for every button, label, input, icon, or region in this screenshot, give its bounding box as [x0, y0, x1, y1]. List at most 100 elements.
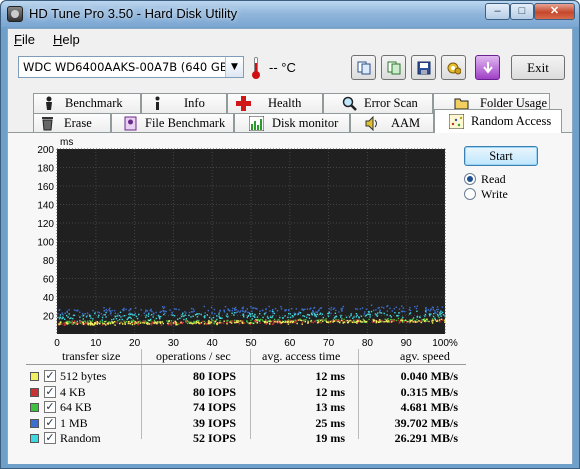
data-point: [311, 313, 314, 316]
data-point: [355, 319, 357, 321]
data-point: [418, 320, 420, 322]
data-point: [99, 321, 101, 323]
data-point: [265, 323, 267, 325]
data-point: [402, 321, 404, 323]
data-point: [99, 322, 101, 325]
access-time-value: 12 ms: [315, 384, 345, 399]
data-point: [341, 319, 343, 322]
data-point: [204, 321, 207, 324]
close-button[interactable]: ✕: [534, 3, 575, 20]
series-checkbox[interactable]: ✓: [44, 385, 56, 398]
data-point: [161, 321, 164, 323]
data-point: [313, 312, 315, 315]
data-point: [261, 309, 264, 312]
title-bar[interactable]: HD Tune Pro 3.50 - Hard Disk Utility – □…: [1, 1, 579, 27]
data-point: [297, 313, 299, 315]
data-point: [134, 312, 136, 315]
read-radio[interactable]: Read: [464, 172, 544, 186]
data-point: [118, 315, 120, 317]
data-point: [242, 314, 244, 316]
data-point: [192, 308, 195, 310]
data-point: [298, 319, 300, 321]
data-point: [213, 320, 215, 322]
data-point: [235, 321, 237, 323]
data-point: [127, 322, 130, 325]
data-point: [336, 319, 338, 322]
data-point: [152, 312, 155, 314]
data-point: [398, 312, 400, 314]
data-point: [287, 320, 290, 323]
data-point: [176, 323, 178, 326]
data-point: [188, 321, 190, 323]
write-radio-dot[interactable]: [464, 188, 476, 200]
data-point: [73, 314, 75, 317]
data-point: [373, 320, 375, 322]
data-point: [426, 320, 428, 322]
data-point: [59, 316, 62, 319]
data-point: [100, 313, 103, 315]
data-point: [232, 307, 234, 310]
write-radio[interactable]: Write: [464, 187, 544, 201]
data-point: [200, 322, 202, 324]
data-point: [163, 306, 166, 308]
x-tick-label: 80: [362, 338, 374, 349]
data-point: [359, 320, 361, 322]
data-point: [269, 310, 271, 312]
data-point: [247, 311, 249, 314]
data-point: [89, 320, 91, 322]
data-point: [355, 316, 357, 318]
data-point: [411, 319, 413, 322]
series-checkbox[interactable]: ✓: [44, 401, 56, 413]
data-point: [290, 320, 292, 323]
data-point: [147, 321, 149, 324]
x-tick-label: 30: [168, 338, 180, 349]
data-point: [103, 323, 106, 325]
data-point: [377, 312, 379, 314]
data-point: [170, 324, 172, 326]
data-point: [402, 310, 404, 312]
data-point: [434, 319, 436, 321]
data-point: [71, 321, 73, 323]
start-button[interactable]: Start: [464, 146, 538, 166]
data-point: [421, 319, 423, 321]
data-point: [309, 308, 311, 310]
data-point: [114, 312, 116, 314]
data-point: [185, 320, 188, 323]
data-point: [244, 310, 247, 312]
data-point: [441, 306, 444, 308]
maximize-button[interactable]: □: [510, 3, 534, 20]
series-checkbox[interactable]: ✓: [44, 416, 56, 429]
data-point: [188, 322, 191, 324]
read-radio-dot[interactable]: [464, 173, 476, 185]
data-point: [195, 320, 197, 323]
operations-value: 52 IOPS: [192, 431, 236, 445]
series-checkbox[interactable]: ✓: [44, 432, 56, 444]
data-point: [214, 312, 216, 315]
data-point: [341, 317, 343, 320]
data-point: [243, 316, 245, 318]
data-point: [329, 322, 331, 324]
data-point: [425, 307, 427, 310]
data-point: [433, 313, 435, 315]
data-point: [397, 319, 399, 322]
data-point: [350, 313, 352, 315]
data-point: [216, 315, 218, 317]
data-point: [122, 315, 124, 317]
minimize-button[interactable]: –: [485, 3, 510, 20]
data-point: [151, 314, 153, 316]
x-tick-label: 100%: [432, 338, 458, 349]
data-point: [280, 322, 282, 324]
data-point: [250, 315, 252, 317]
data-point: [431, 322, 434, 324]
tab-random-access[interactable]: Random Access: [434, 109, 562, 133]
data-point: [301, 319, 303, 322]
data-point: [345, 319, 347, 322]
data-point: [432, 319, 434, 321]
data-point: [376, 314, 378, 316]
data-point: [400, 310, 403, 312]
data-point: [72, 317, 74, 320]
data-point: [241, 321, 244, 324]
data-point: [332, 308, 335, 310]
series-checkbox[interactable]: ✓: [44, 370, 56, 382]
data-point: [368, 310, 370, 313]
